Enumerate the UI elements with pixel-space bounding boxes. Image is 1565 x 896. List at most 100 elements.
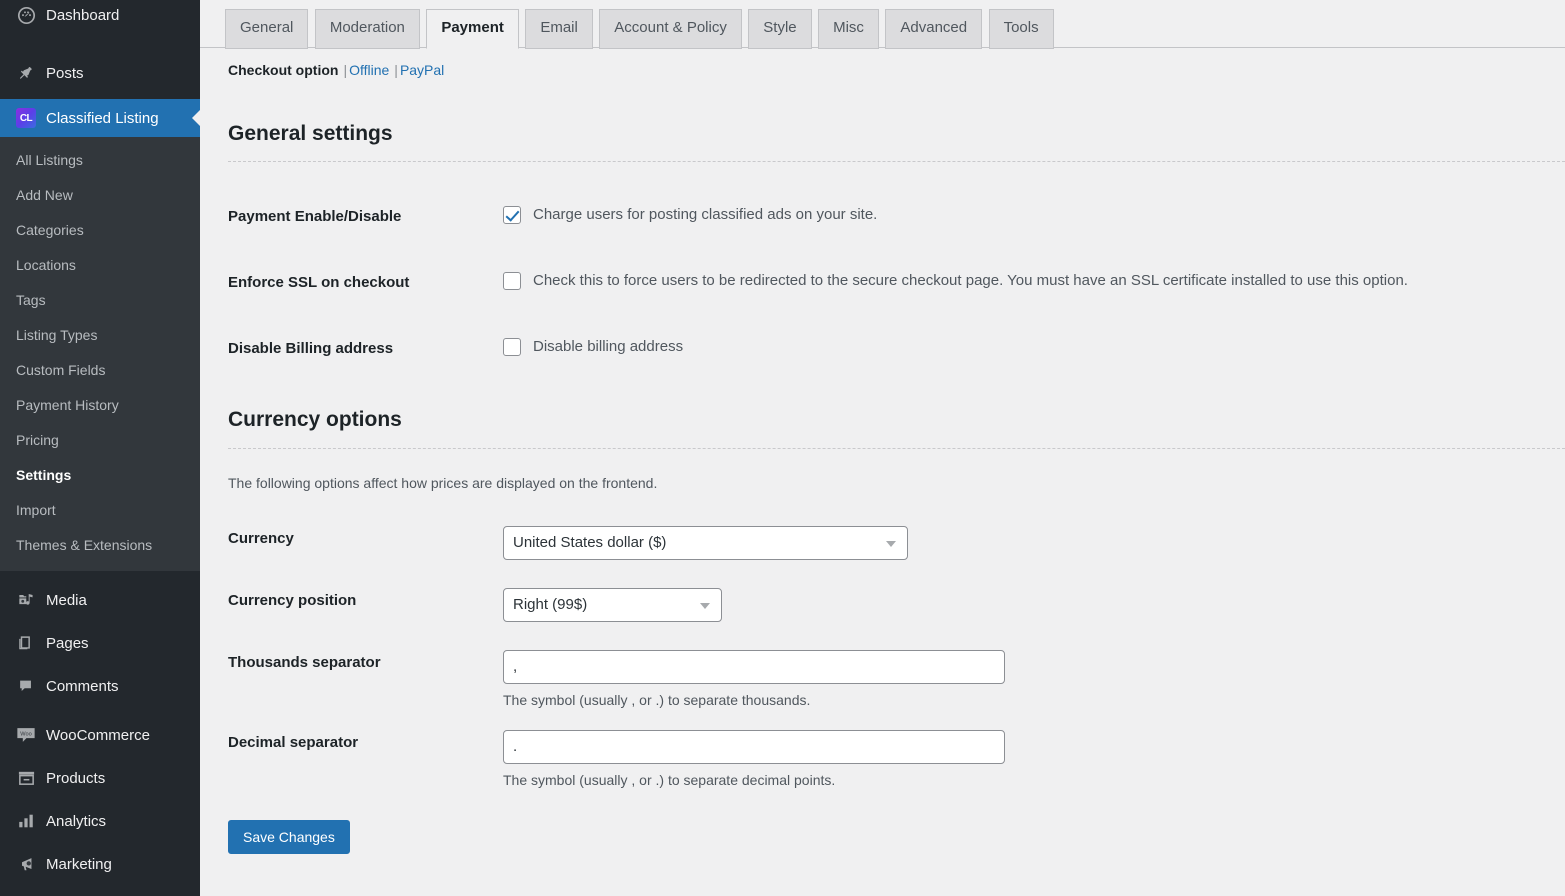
pages-icon: [12, 634, 40, 652]
sidebar-item-marketing[interactable]: Marketing: [0, 847, 200, 881]
analytics-icon: [12, 812, 40, 830]
sidebar-item-pricing[interactable]: Pricing: [0, 423, 200, 458]
sidebar-item-pages[interactable]: Pages: [0, 626, 200, 660]
checkout-option-separator-1: |: [343, 62, 348, 78]
sidebar-item-dashboard[interactable]: Dashboard: [0, 0, 200, 32]
sidebar-item-label-classified-listing: Classified Listing: [46, 109, 159, 127]
cl-badge-text: CL: [16, 108, 36, 128]
sidebar-item-categories[interactable]: Categories: [0, 213, 200, 248]
label-currency-position: Currency position: [228, 591, 357, 609]
checkout-option-link-paypal[interactable]: PayPal: [400, 62, 444, 78]
sidebar-item-classified-listing[interactable]: CL Classified Listing: [0, 99, 200, 137]
tab-tools[interactable]: Tools: [988, 9, 1054, 49]
checkout-option-title: Checkout option: [228, 62, 339, 78]
tab-email[interactable]: Email: [525, 9, 593, 49]
sidebar-item-all-listings[interactable]: All Listings: [0, 143, 200, 178]
media-icon: [12, 591, 40, 609]
tab-general[interactable]: General: [225, 9, 309, 49]
svg-text:Woo: Woo: [20, 731, 31, 737]
help-decimal-separator: The symbol (usually , or .) to separate …: [503, 771, 836, 788]
currency-options-description: The following options affect how prices …: [228, 474, 658, 491]
row-currency: Currency United States dollar ($): [228, 524, 1565, 560]
tab-account-policy[interactable]: Account & Policy: [599, 9, 742, 49]
checkbox-label-enforce-ssl: Check this to force users to be redirect…: [533, 272, 1408, 290]
admin-sidebar: Dashboard Posts CL Classified Listing Al…: [0, 0, 200, 896]
classified-listing-submenu: All Listings Add New Categories Location…: [0, 137, 200, 571]
sidebar-item-custom-fields[interactable]: Custom Fields: [0, 353, 200, 388]
sidebar-item-label-analytics: Analytics: [46, 812, 107, 830]
checkbox-row-enforce-ssl[interactable]: Check this to force users to be redirect…: [503, 270, 1565, 292]
sidebar-item-label-media: Media: [46, 591, 87, 609]
sidebar-divider-2: [0, 571, 200, 577]
sidebar-divider-1: [0, 32, 200, 38]
thousands-separator-input[interactable]: [503, 649, 1005, 684]
checkbox-row-payment-enable[interactable]: Charge users for posting classified ads …: [503, 204, 1565, 226]
checkout-option-link-offline[interactable]: Offline: [349, 62, 389, 78]
currency-options-divider: [228, 447, 1565, 449]
sidebar-item-label-pages: Pages: [46, 634, 89, 652]
currency-position-select-wrapper: Right (99$): [503, 587, 722, 622]
sidebar-item-posts[interactable]: Posts: [0, 56, 200, 90]
sidebar-divider-3: [0, 703, 200, 709]
main-content: General Moderation Payment Email Account…: [200, 0, 1565, 896]
checkbox-disable-billing[interactable]: [503, 338, 521, 357]
sidebar-item-themes-extensions[interactable]: Themes & Extensions: [0, 528, 200, 563]
checkout-option-separator-2: |: [394, 62, 398, 78]
sidebar-item-label-woocommerce: WooCommerce: [46, 726, 150, 744]
currency-options-heading: Currency options: [228, 408, 402, 432]
row-currency-position: Currency position Right (99$): [228, 586, 1565, 622]
row-disable-billing-address: Disable Billing address Disable billing …: [228, 334, 1565, 358]
sidebar-item-listing-types[interactable]: Listing Types: [0, 318, 200, 353]
sidebar-item-import[interactable]: Import: [0, 493, 200, 528]
label-enforce-ssl: Enforce SSL on checkout: [228, 274, 410, 292]
classified-listing-badge-icon: CL: [12, 108, 40, 128]
currency-select-wrapper: United States dollar ($): [503, 525, 908, 560]
tab-payment[interactable]: Payment: [426, 9, 519, 49]
sidebar-item-settings[interactable]: Settings: [0, 458, 200, 493]
tab-moderation[interactable]: Moderation: [314, 9, 420, 49]
settings-tab-bar: General Moderation Payment Email Account…: [200, 0, 1565, 49]
row-thousands-separator: Thousands separator The symbol (usually …: [228, 648, 1565, 708]
sidebar-item-add-new[interactable]: Add New: [0, 178, 200, 213]
currency-position-select[interactable]: Right (99$): [503, 587, 722, 622]
marketing-icon: [12, 855, 40, 873]
payment-settings-form: General settings Payment Enable/Disable …: [200, 120, 1565, 854]
checkbox-label-payment-enable: Charge users for posting classified ads …: [533, 206, 878, 224]
sidebar-item-payment-history[interactable]: Payment History: [0, 388, 200, 423]
tab-style[interactable]: Style: [748, 9, 812, 49]
dashboard-icon: [12, 6, 40, 25]
sidebar-item-label-comments: Comments: [46, 677, 119, 695]
sidebar-item-analytics[interactable]: Analytics: [0, 804, 200, 838]
row-enforce-ssl: Enforce SSL on checkout Check this to fo…: [228, 268, 1565, 292]
row-decimal-separator: Decimal separator The symbol (usually , …: [228, 728, 1565, 788]
help-thousands-separator: The symbol (usually , or .) to separate …: [503, 691, 811, 708]
comments-icon: [12, 677, 40, 695]
tab-misc[interactable]: Misc: [818, 9, 879, 49]
form-actions: Save Changes: [228, 819, 1565, 854]
checkbox-row-disable-billing[interactable]: Disable billing address: [503, 336, 1565, 358]
pin-icon: [12, 64, 40, 82]
sidebar-item-locations[interactable]: Locations: [0, 248, 200, 283]
woocommerce-icon: Woo: [12, 726, 40, 744]
tab-advanced[interactable]: Advanced: [885, 9, 983, 49]
sidebar-item-label-dashboard: Dashboard: [46, 6, 120, 24]
sidebar-item-woocommerce[interactable]: Woo WooCommerce: [0, 718, 200, 752]
sidebar-item-label-posts: Posts: [46, 64, 84, 82]
label-disable-billing-address: Disable Billing address: [228, 340, 394, 358]
products-icon: [12, 769, 40, 787]
row-payment-enable-disable: Payment Enable/Disable Charge users for …: [228, 202, 1565, 226]
sidebar-item-label-products: Products: [46, 769, 106, 787]
save-changes-button[interactable]: Save Changes: [228, 819, 350, 854]
checkbox-payment-enable[interactable]: [503, 206, 521, 225]
checkbox-label-disable-billing: Disable billing address: [533, 338, 684, 356]
sidebar-item-tags[interactable]: Tags: [0, 283, 200, 318]
checkout-option-subnav: Checkout option | Offline | PayPal: [200, 48, 1565, 78]
sidebar-item-comments[interactable]: Comments: [0, 669, 200, 703]
sidebar-item-media[interactable]: Media: [0, 583, 200, 617]
decimal-separator-input[interactable]: [503, 729, 1005, 764]
currency-select[interactable]: United States dollar ($): [503, 525, 908, 560]
general-settings-heading: General settings: [228, 122, 393, 145]
checkbox-enforce-ssl[interactable]: [503, 272, 521, 291]
sidebar-item-products[interactable]: Products: [0, 761, 200, 795]
label-payment-enable-disable: Payment Enable/Disable: [228, 208, 402, 226]
